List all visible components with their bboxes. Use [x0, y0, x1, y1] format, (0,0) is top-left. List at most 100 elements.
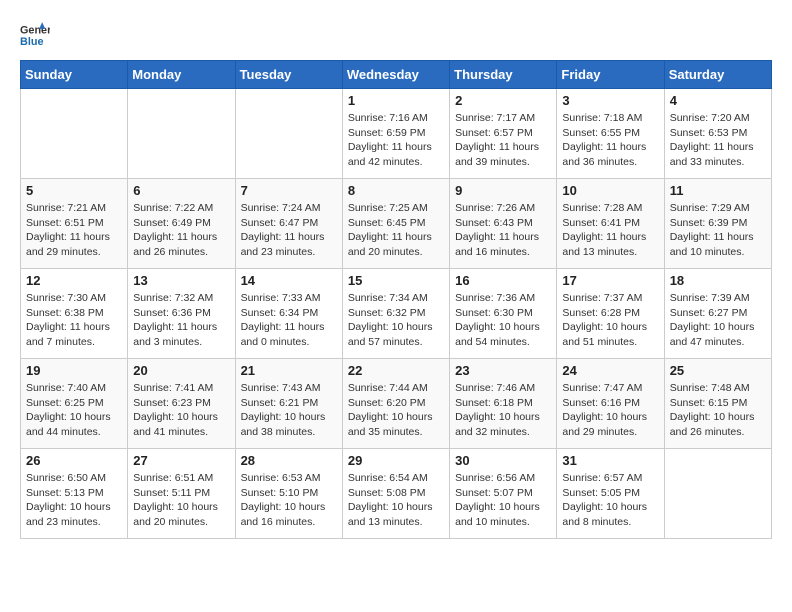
calendar-cell: 15 Sunrise: 7:34 AM Sunset: 6:32 PM Dayli… [342, 269, 449, 359]
day-number: 21 [241, 363, 337, 378]
day-info: Sunrise: 7:28 AM Sunset: 6:41 PM Dayligh… [562, 201, 658, 260]
calendar-cell: 23Sunrise: 7:46 AM Sunset: 6:18 PM Dayli… [450, 359, 557, 449]
day-info: Sunrise: 7:33 AM Sunset: 6:34 PM Dayligh… [241, 291, 337, 350]
day-number: 16 [455, 273, 551, 288]
day-number: 24 [562, 363, 658, 378]
day-number: 13 [133, 273, 229, 288]
calendar-cell: 4Sunrise: 7:20 AM Sunset: 6:53 PM Daylig… [664, 89, 771, 179]
day-number: 25 [670, 363, 766, 378]
day-info: Sunrise: 7:24 AM Sunset: 6:47 PM Dayligh… [241, 201, 337, 260]
calendar-table: SundayMondayTuesdayWednesdayThursdayFrid… [20, 60, 772, 539]
weekday-header-thursday: Thursday [450, 61, 557, 89]
day-info: Sunrise: 7:16 AM Sunset: 6:59 PM Dayligh… [348, 111, 444, 170]
day-info: Sunrise: 7:47 AM Sunset: 6:16 PM Dayligh… [562, 381, 658, 440]
calendar-cell: 20 Sunrise: 7:41 AM Sunset: 6:23 PM Dayli… [128, 359, 235, 449]
calendar-cell: 3 Sunrise: 7:18 AM Sunset: 6:55 PM Daylig… [557, 89, 664, 179]
day-number: 7 [241, 183, 337, 198]
day-info: Sunrise: 7:34 AM Sunset: 6:32 PM Dayligh… [348, 291, 444, 350]
calendar-cell: 7 Sunrise: 7:24 AM Sunset: 6:47 PM Daylig… [235, 179, 342, 269]
general-blue-icon: General Blue [20, 20, 50, 50]
day-info: Sunrise: 7:39 AM Sunset: 6:27 PM Dayligh… [670, 291, 766, 350]
day-number: 1 [348, 93, 444, 108]
day-info: Sunrise: 7:32 AM Sunset: 6:36 PM Dayligh… [133, 291, 229, 350]
day-info: Sunrise: 7:41 AM Sunset: 6:23 PM Dayligh… [133, 381, 229, 440]
weekday-header-wednesday: Wednesday [342, 61, 449, 89]
day-info: Sunrise: 7:37 AM Sunset: 6:28 PM Dayligh… [562, 291, 658, 350]
calendar-week-4: 19 Sunrise: 7:40 AM Sunset: 6:25 PM Dayli… [21, 359, 772, 449]
calendar-cell: 14Sunrise: 7:33 AM Sunset: 6:34 PM Dayli… [235, 269, 342, 359]
day-info: Sunrise: 7:44 AM Sunset: 6:20 PM Dayligh… [348, 381, 444, 440]
calendar-week-2: 5 Sunrise: 7:21 AM Sunset: 6:51 PM Daylig… [21, 179, 772, 269]
calendar-cell: 27 Sunrise: 6:51 AM Sunset: 5:11 PM Dayli… [128, 449, 235, 539]
calendar-cell: 1 Sunrise: 7:16 AM Sunset: 6:59 PM Daylig… [342, 89, 449, 179]
day-number: 27 [133, 453, 229, 468]
calendar-cell: 9 Sunrise: 7:26 AM Sunset: 6:43 PM Daylig… [450, 179, 557, 269]
day-info: Sunrise: 7:48 AM Sunset: 6:15 PM Dayligh… [670, 381, 766, 440]
day-number: 4 [670, 93, 766, 108]
day-info: Sunrise: 7:40 AM Sunset: 6:25 PM Dayligh… [26, 381, 122, 440]
day-info: Sunrise: 7:29 AM Sunset: 6:39 PM Dayligh… [670, 201, 766, 260]
weekday-header-saturday: Saturday [664, 61, 771, 89]
weekday-header-monday: Monday [128, 61, 235, 89]
calendar-cell: 11Sunrise: 7:29 AM Sunset: 6:39 PM Dayli… [664, 179, 771, 269]
calendar-cell [21, 89, 128, 179]
calendar-cell: 22 Sunrise: 7:44 AM Sunset: 6:20 PM Dayli… [342, 359, 449, 449]
weekday-header-tuesday: Tuesday [235, 61, 342, 89]
day-info: Sunrise: 7:21 AM Sunset: 6:51 PM Dayligh… [26, 201, 122, 260]
day-info: Sunrise: 7:26 AM Sunset: 6:43 PM Dayligh… [455, 201, 551, 260]
day-info: Sunrise: 6:57 AM Sunset: 5:05 PM Dayligh… [562, 471, 658, 530]
calendar-cell: 28Sunrise: 6:53 AM Sunset: 5:10 PM Dayli… [235, 449, 342, 539]
day-number: 12 [26, 273, 122, 288]
calendar-cell: 21 Sunrise: 7:43 AM Sunset: 6:21 PM Dayli… [235, 359, 342, 449]
day-info: Sunrise: 7:17 AM Sunset: 6:57 PM Dayligh… [455, 111, 551, 170]
calendar-cell: 25 Sunrise: 7:48 AM Sunset: 6:15 PM Dayli… [664, 359, 771, 449]
calendar-cell: 17 Sunrise: 7:37 AM Sunset: 6:28 PM Dayli… [557, 269, 664, 359]
day-number: 3 [562, 93, 658, 108]
day-number: 2 [455, 93, 551, 108]
day-number: 8 [348, 183, 444, 198]
day-number: 9 [455, 183, 551, 198]
weekday-header-sunday: Sunday [21, 61, 128, 89]
day-info: Sunrise: 6:56 AM Sunset: 5:07 PM Dayligh… [455, 471, 551, 530]
calendar-cell: 13 Sunrise: 7:32 AM Sunset: 6:36 PM Dayli… [128, 269, 235, 359]
day-number: 22 [348, 363, 444, 378]
day-number: 15 [348, 273, 444, 288]
calendar-cell: 19 Sunrise: 7:40 AM Sunset: 6:25 PM Dayli… [21, 359, 128, 449]
svg-text:Blue: Blue [20, 36, 43, 48]
day-info: Sunrise: 6:51 AM Sunset: 5:11 PM Dayligh… [133, 471, 229, 530]
day-info: Sunrise: 7:18 AM Sunset: 6:55 PM Dayligh… [562, 111, 658, 170]
day-number: 26 [26, 453, 122, 468]
calendar-cell: 8 Sunrise: 7:25 AM Sunset: 6:45 PM Daylig… [342, 179, 449, 269]
day-info: Sunrise: 6:54 AM Sunset: 5:08 PM Dayligh… [348, 471, 444, 530]
day-number: 29 [348, 453, 444, 468]
svg-text:General: General [20, 24, 50, 36]
day-number: 18 [670, 273, 766, 288]
day-number: 31 [562, 453, 658, 468]
day-number: 5 [26, 183, 122, 198]
logo: General Blue [20, 20, 50, 50]
calendar-week-1: 1 Sunrise: 7:16 AM Sunset: 6:59 PM Daylig… [21, 89, 772, 179]
calendar-cell [128, 89, 235, 179]
calendar-cell: 10Sunrise: 7:28 AM Sunset: 6:41 PM Dayli… [557, 179, 664, 269]
day-info: Sunrise: 7:36 AM Sunset: 6:30 PM Dayligh… [455, 291, 551, 350]
day-info: Sunrise: 7:25 AM Sunset: 6:45 PM Dayligh… [348, 201, 444, 260]
day-number: 28 [241, 453, 337, 468]
day-info: Sunrise: 6:50 AM Sunset: 5:13 PM Dayligh… [26, 471, 122, 530]
calendar-week-5: 26 Sunrise: 6:50 AM Sunset: 5:13 PM Dayli… [21, 449, 772, 539]
calendar-week-3: 12 Sunrise: 7:30 AM Sunset: 6:38 PM Dayli… [21, 269, 772, 359]
calendar-cell: 24 Sunrise: 7:47 AM Sunset: 6:16 PM Dayli… [557, 359, 664, 449]
day-number: 20 [133, 363, 229, 378]
weekday-header-friday: Friday [557, 61, 664, 89]
calendar-cell [235, 89, 342, 179]
day-info: Sunrise: 7:30 AM Sunset: 6:38 PM Dayligh… [26, 291, 122, 350]
weekday-header-row: SundayMondayTuesdayWednesdayThursdayFrid… [21, 61, 772, 89]
day-info: Sunrise: 7:43 AM Sunset: 6:21 PM Dayligh… [241, 381, 337, 440]
calendar-cell: 12 Sunrise: 7:30 AM Sunset: 6:38 PM Dayli… [21, 269, 128, 359]
page-header: General Blue [20, 20, 772, 50]
calendar-cell: 18 Sunrise: 7:39 AM Sunset: 6:27 PM Dayli… [664, 269, 771, 359]
day-number: 17 [562, 273, 658, 288]
calendar-cell: 26 Sunrise: 6:50 AM Sunset: 5:13 PM Dayli… [21, 449, 128, 539]
day-number: 30 [455, 453, 551, 468]
day-number: 19 [26, 363, 122, 378]
day-number: 23 [455, 363, 551, 378]
